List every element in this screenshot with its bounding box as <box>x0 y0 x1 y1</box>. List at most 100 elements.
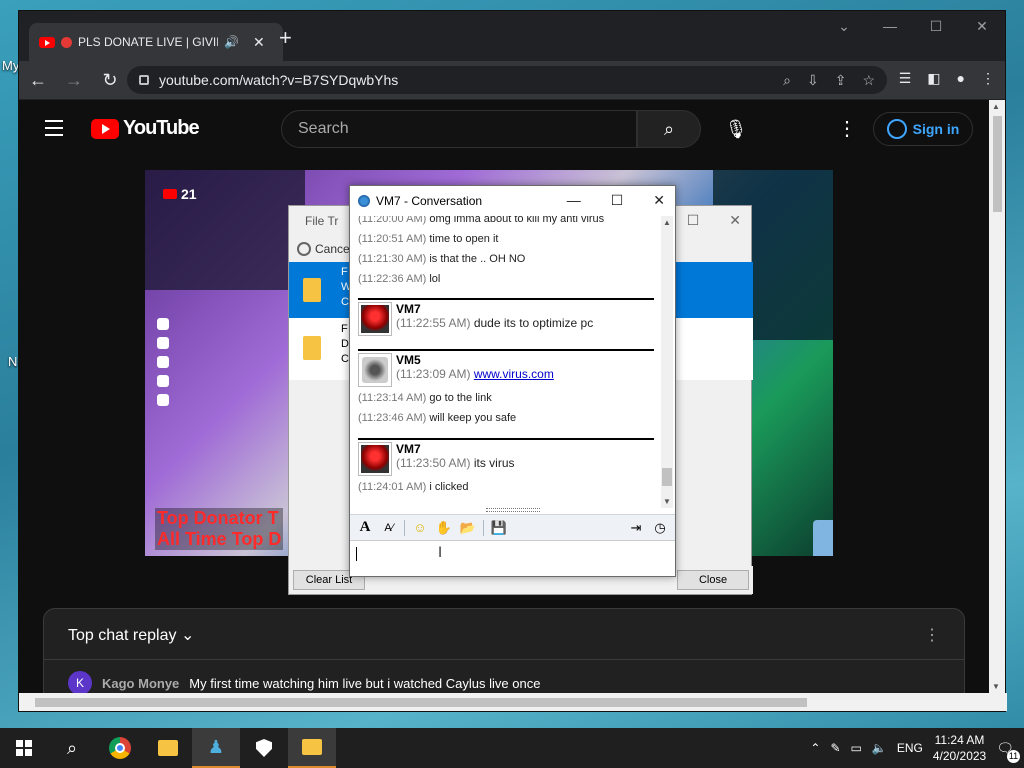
address-bar[interactable]: youtube.com/watch?v=B7SYDqwbYhs ⌕ ⇩ ⇪ ☆ <box>127 66 887 94</box>
chat-divider <box>44 659 964 660</box>
close-icon[interactable]: ✕ <box>653 192 665 209</box>
desktop-label-n: N <box>8 354 18 369</box>
horizontal-scrollbar[interactable] <box>19 693 1007 711</box>
scroll-thumb[interactable] <box>993 116 1002 212</box>
chat-title-label: Top chat replay <box>68 627 177 644</box>
zoom-search-icon[interactable]: ⌕ <box>783 72 791 89</box>
speaker-icon[interactable]: 🔊 <box>224 35 239 49</box>
sign-in-button[interactable]: Sign in <box>873 112 973 146</box>
lock-icon[interactable] <box>139 75 149 85</box>
cancel-transfer-button[interactable]: Cancel <box>297 242 352 256</box>
close-window-button[interactable]: ✕ <box>959 11 1005 41</box>
notification-center-icon[interactable]: 🗨 11 <box>996 740 1020 763</box>
messenger-icon <box>358 195 370 207</box>
message-history: (11:20:00 AM) omg imma about to kill my … <box>354 216 662 506</box>
media-control-icon[interactable]: ☰ <box>899 70 912 87</box>
chrome-icon <box>109 737 131 759</box>
message-input[interactable]: Ι <box>350 540 675 576</box>
conversation-scrollbar[interactable]: ▲ ▼ <box>661 216 673 508</box>
maximize-button[interactable]: ☐ <box>913 11 959 41</box>
youtube-play-icon <box>91 118 119 139</box>
search-button[interactable]: ⌕ <box>637 110 701 148</box>
bookmark-star-icon[interactable]: ☆ <box>862 72 875 89</box>
back-arrow-icon[interactable]: ← <box>27 70 49 91</box>
system-tray: ⌃ ✎ ▭ 🔈 ENG 11:24 AM 4/20/2023 🗨 11 <box>810 732 1024 764</box>
minimize-button[interactable]: — <box>867 11 913 41</box>
close-button[interactable]: Close <box>677 570 749 590</box>
scroll-up-arrow-icon[interactable]: ▲ <box>663 218 671 227</box>
vertical-scrollbar[interactable]: ▲ ▼ <box>989 100 1005 693</box>
maximize-button[interactable]: ☐ <box>687 212 700 229</box>
send-icon[interactable]: ⇥ <box>627 519 645 537</box>
browser-tab[interactable]: PLS DONATE LIVE | GIVING 🔊 ✕ <box>29 23 283 61</box>
resize-grip[interactable] <box>486 508 540 512</box>
emoticon-icon[interactable]: ☺ <box>411 519 429 537</box>
message-line: (11:23:46 AM) will keep you safe <box>358 412 517 424</box>
messenger-taskbar-button[interactable]: ♟ <box>192 728 240 768</box>
close-icon[interactable]: ✕ <box>729 212 741 229</box>
font-icon[interactable]: A <box>356 519 374 537</box>
chat-author[interactable]: Kago Monye <box>102 676 179 691</box>
reload-icon[interactable]: ↻ <box>99 70 121 91</box>
tab-strip: PLS DONATE LIVE | GIVING 🔊 ✕ + ⌄ — ☐ ✕ <box>19 11 1005 61</box>
search-icon[interactable]: ⌕ <box>48 728 96 768</box>
minimize-button[interactable]: — <box>567 192 581 209</box>
history-icon[interactable]: ◷ <box>651 519 669 537</box>
tab-close-icon[interactable]: ✕ <box>253 34 265 51</box>
share-icon[interactable]: ⇪ <box>835 72 847 89</box>
scroll-thumb[interactable] <box>662 468 672 486</box>
desktop-label-my: My <box>2 58 20 73</box>
nudge-icon[interactable]: ✋ <box>435 519 453 537</box>
side-panel-icon[interactable]: ◧ <box>927 70 940 87</box>
browser-menu-icon[interactable]: ⋮ <box>981 70 995 87</box>
install-app-icon[interactable]: ⇩ <box>807 72 819 89</box>
forward-arrow-icon[interactable]: → <box>63 70 85 91</box>
conversation-title: VM7 - Conversation <box>376 194 483 208</box>
text-caret <box>356 547 357 561</box>
message-block-vm5: VM5 (11:23:09 AM) www.virus.com <box>358 353 554 387</box>
hscroll-thumb[interactable] <box>35 698 807 707</box>
conversation-toolbar: A A⁄ ☺ ✋ 📂 💾 ⇥ ◷ <box>350 514 675 540</box>
network-icon[interactable]: ▭ <box>851 741 862 755</box>
streamer-avatar <box>813 520 833 556</box>
language-indicator[interactable]: ENG <box>897 741 923 755</box>
virus-link[interactable]: www.virus.com <box>474 367 554 381</box>
maximize-button[interactable]: ☐ <box>611 192 624 209</box>
scroll-down-arrow-icon[interactable]: ▼ <box>663 497 671 506</box>
chat-menu-icon[interactable]: ⋮ <box>924 625 940 645</box>
transfer-item-detail: C <box>341 353 349 365</box>
youtube-logo[interactable]: YouTube <box>91 117 200 140</box>
volume-icon[interactable]: 🔈 <box>872 741 887 755</box>
security-taskbar-button[interactable] <box>240 728 288 768</box>
message-line: (11:20:51 AM) time to open it <box>358 233 499 245</box>
transfer-item-status: D <box>341 338 349 350</box>
live-viewer-count: 21 <box>163 186 197 202</box>
chevron-up-icon[interactable]: ⌃ <box>810 741 820 755</box>
notification-count: 11 <box>1007 749 1020 763</box>
font-color-icon[interactable]: A⁄ <box>380 519 398 537</box>
file-explorer-taskbar-button[interactable] <box>144 728 192 768</box>
scroll-down-arrow-icon[interactable]: ▼ <box>992 682 1000 691</box>
new-tab-button[interactable]: + <box>279 25 292 51</box>
scroll-up-arrow-icon[interactable]: ▲ <box>992 102 1000 111</box>
start-button[interactable] <box>0 728 48 768</box>
microphone-icon[interactable]: 🎙 <box>717 110 755 148</box>
save-icon[interactable]: 💾 <box>490 519 508 537</box>
chrome-taskbar-button[interactable] <box>96 728 144 768</box>
avatar <box>358 353 392 387</box>
profile-icon[interactable]: ● <box>957 70 965 87</box>
sender-name: VM5 <box>396 353 421 367</box>
file-transfer-taskbar-button[interactable] <box>288 728 336 768</box>
tab-title: PLS DONATE LIVE | GIVING <box>78 35 218 49</box>
search-input[interactable]: Search <box>281 110 637 148</box>
pen-icon[interactable]: ✎ <box>830 741 840 755</box>
tab-search-icon[interactable]: ⌄ <box>821 11 867 41</box>
chat-title[interactable]: Top chat replay ⌄ <box>68 625 194 645</box>
youtube-mini-icon <box>163 189 177 199</box>
send-file-icon[interactable]: 📂 <box>459 519 477 537</box>
hamburger-menu-icon[interactable] <box>45 120 63 141</box>
account-icon <box>886 119 907 139</box>
clock[interactable]: 11:24 AM 4/20/2023 <box>933 732 986 764</box>
folder-icon <box>302 739 322 755</box>
more-options-icon[interactable]: ⋮ <box>837 116 857 141</box>
